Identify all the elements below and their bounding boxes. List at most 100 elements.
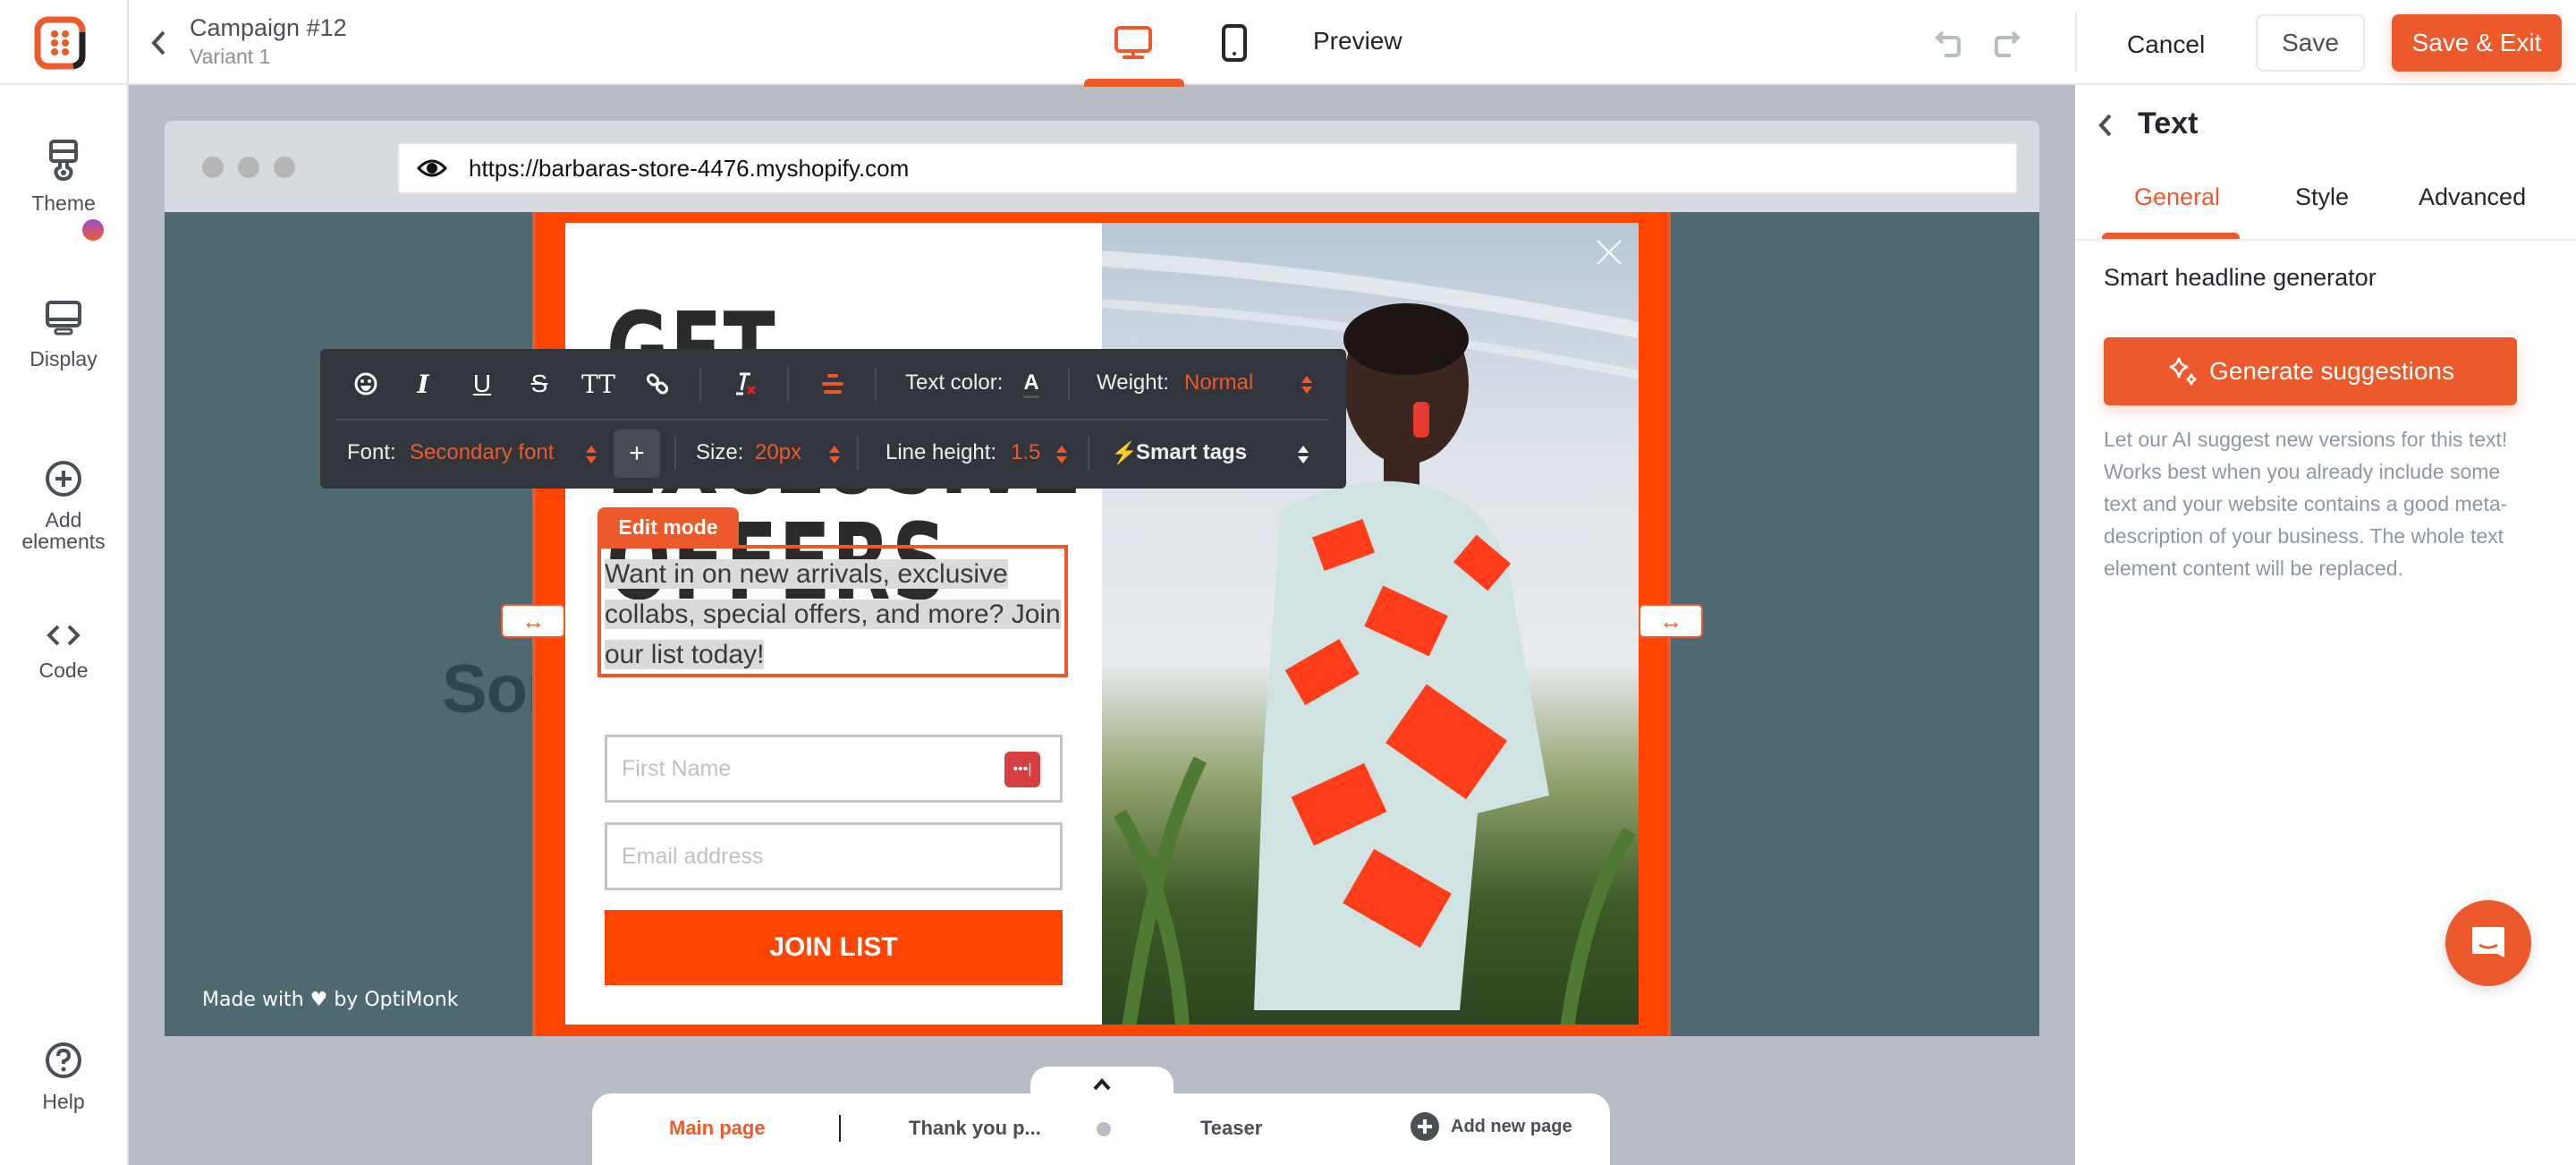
eye-icon: [417, 159, 447, 177]
join-list-button[interactable]: JOIN LIST: [605, 910, 1063, 985]
mobile-icon: [1222, 24, 1247, 62]
monitor-icon: [46, 301, 81, 336]
mobile-view-button[interactable]: [1203, 18, 1266, 68]
weight-stepper-icon[interactable]: [1301, 374, 1313, 395]
sidebar-item-display[interactable]: Display: [0, 300, 127, 370]
smart-tags-stepper-icon[interactable]: [1297, 444, 1309, 465]
sparkle-icon: [2169, 357, 2197, 386]
window-dot: [238, 157, 259, 178]
divider: [787, 367, 789, 401]
optimonk-logo[interactable]: [34, 16, 88, 70]
url-bar: https://barbaras-store-4476.myshopify.co…: [397, 142, 2018, 194]
emoji-icon: [354, 372, 377, 395]
cancel-button[interactable]: Cancel: [2109, 20, 2223, 70]
font-label: Font:: [347, 440, 396, 464]
italic-icon: I: [417, 369, 429, 399]
save-button[interactable]: Save: [2256, 14, 2365, 72]
resize-horizontal-icon: ↔: [1659, 607, 1682, 634]
strikethrough-button[interactable]: S: [521, 365, 558, 403]
sidebar-item-theme[interactable]: Theme: [0, 139, 127, 214]
preview-button[interactable]: Preview: [1313, 27, 1402, 55]
weight-select[interactable]: Normal: [1184, 370, 1253, 395]
page-tab-teaser[interactable]: Teaser: [1200, 1117, 1262, 1140]
made-with-optimonk[interactable]: Made with ♥ by OptiMonk: [202, 989, 458, 1011]
align-center-icon: [822, 374, 843, 394]
align-button[interactable]: [814, 365, 852, 403]
chevron-left-icon: [151, 30, 165, 55]
text-color-label: Text color:: [905, 370, 1004, 395]
url-text: https://barbaras-store-4476.myshopify.co…: [469, 154, 910, 182]
divider: [674, 437, 676, 471]
browser-preview-frame: https://barbaras-store-4476.myshopify.co…: [165, 121, 2039, 1036]
toolbar-row-2: Font: Secondary font + Size: 20px Line h…: [320, 419, 1346, 489]
back-button[interactable]: [145, 27, 172, 59]
tab-general[interactable]: General: [2134, 183, 2220, 211]
sidebar-item-help[interactable]: Help: [0, 1041, 127, 1112]
popup-close-button[interactable]: [1596, 239, 1623, 270]
text-transform-button[interactable]: TT: [580, 365, 617, 403]
line-height-select[interactable]: 1.5: [1011, 440, 1040, 465]
redo-button[interactable]: [1989, 25, 2025, 65]
sidebar-item-label: Help: [42, 1090, 85, 1113]
italic-button[interactable]: I: [404, 365, 442, 403]
first-name-input[interactable]: First Name •••|: [605, 735, 1063, 803]
popup: GET EXCLUSIVE OFFERS Edit mode Want in o…: [532, 212, 1671, 1036]
underline-button[interactable]: U: [463, 365, 501, 403]
divider: [1068, 367, 1070, 401]
add-new-page-label: Add new page: [1451, 1116, 1572, 1136]
add-new-page-button[interactable]: Add new page: [1410, 1111, 1572, 1142]
emoji-button[interactable]: [347, 365, 385, 403]
chat-icon: [2472, 927, 2504, 957]
text-color-picker[interactable]: A: [1013, 365, 1050, 403]
font-stepper-icon[interactable]: [585, 444, 597, 465]
right-panel: Text General Style Advanced Smart headli…: [2075, 85, 2576, 1165]
line-height-stepper-icon[interactable]: [1055, 444, 1068, 465]
divider: [875, 367, 877, 401]
section-title: Smart headline generator: [2104, 264, 2377, 291]
code-icon: [47, 625, 80, 646]
plus-circle-filled-icon: [1411, 1112, 1439, 1141]
selected-text-element[interactable]: Want in on new arrivals, exclusive colla…: [597, 545, 1068, 677]
chevron-up-icon: [1093, 1077, 1111, 1091]
sidebar-divider: [127, 0, 129, 1165]
link-button[interactable]: [639, 365, 676, 403]
help-circle-icon: [46, 1042, 81, 1078]
size-select[interactable]: 20px: [755, 440, 801, 465]
chevron-left-icon: [2098, 114, 2112, 137]
text-line: Want in on new arrivals, exclusive: [605, 559, 1008, 589]
lightning-icon: ⚡: [1111, 441, 1138, 465]
page-tab-main[interactable]: Main page: [669, 1117, 766, 1140]
first-name-placeholder: First Name: [622, 755, 732, 781]
popup-image[interactable]: [1102, 223, 1639, 1025]
window-dot: [274, 157, 295, 178]
resize-handle-right[interactable]: ↔: [1639, 604, 1703, 638]
font-select[interactable]: Secondary font: [410, 440, 554, 465]
sidebar-item-label: Theme: [31, 191, 96, 215]
chat-support-button[interactable]: [2445, 900, 2531, 986]
page-tab-thank-you[interactable]: Thank you p...: [909, 1117, 1041, 1140]
divider: [699, 367, 701, 401]
paint-brush-icon: [49, 140, 78, 182]
generate-suggestions-button[interactable]: Generate suggestions: [2104, 337, 2517, 405]
sidebar-item-add-elements[interactable]: Add elements: [0, 459, 127, 552]
link-icon: [646, 373, 669, 395]
desktop-view-button[interactable]: [1102, 18, 1165, 68]
tab-advanced[interactable]: Advanced: [2419, 183, 2526, 211]
sidebar-item-code[interactable]: Code: [0, 622, 127, 681]
text-line: collabs, special offers, and more? Join: [605, 600, 1061, 629]
clear-format-button[interactable]: [726, 365, 764, 403]
email-input[interactable]: Email address: [605, 822, 1063, 890]
divider: [839, 1115, 841, 1142]
password-manager-icon[interactable]: •••|: [1004, 752, 1040, 787]
popup-body-text[interactable]: Want in on new arrivals, exclusive colla…: [605, 554, 1061, 675]
add-font-button[interactable]: +: [614, 429, 660, 478]
tab-style[interactable]: Style: [2295, 183, 2349, 211]
undo-button[interactable]: [1930, 25, 1966, 65]
size-stepper-icon[interactable]: [828, 444, 841, 465]
resize-handle-left[interactable]: ↔: [501, 604, 565, 638]
notification-badge: [82, 219, 104, 241]
panel-back-button[interactable]: [2097, 112, 2114, 143]
left-sidebar: Theme Display Add elements Code Help: [0, 85, 127, 1165]
save-and-exit-button[interactable]: Save & Exit: [2392, 14, 2562, 72]
smart-tags-select[interactable]: Smart tags: [1136, 440, 1247, 465]
